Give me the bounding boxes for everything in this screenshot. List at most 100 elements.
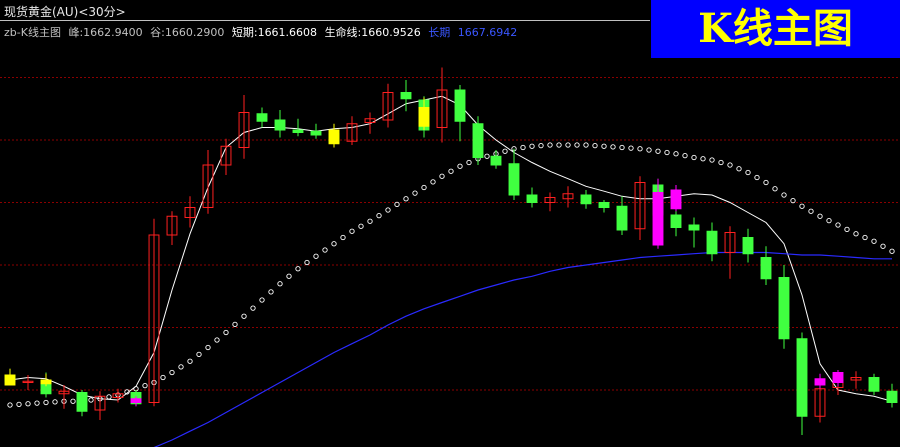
candle-body	[454, 89, 466, 122]
short-term-line	[9, 95, 893, 402]
candle-body	[490, 155, 502, 166]
lifeline-dot	[295, 266, 301, 272]
lifeline-dot	[592, 142, 598, 149]
highlight-candle-body	[814, 378, 826, 386]
lifeline-dot	[502, 148, 508, 154]
lifeline-dot	[601, 143, 607, 149]
lifeline-dot	[286, 273, 292, 279]
highlight-candle-body	[40, 379, 52, 385]
lifeline-dot	[439, 173, 445, 179]
candle-body	[868, 377, 880, 392]
lifeline-dot	[412, 190, 418, 196]
lifeline-dot	[268, 289, 274, 295]
candle-body	[706, 230, 718, 255]
lifeline-dot	[331, 241, 337, 247]
lifeline-dot	[457, 163, 463, 169]
lifeline-dot	[313, 253, 319, 259]
candle-body	[670, 214, 682, 228]
candle-body	[526, 194, 538, 203]
candle-body	[742, 237, 754, 255]
lifeline-dot	[340, 234, 346, 241]
lifeline-dot	[736, 166, 742, 172]
lifeline-dot	[574, 142, 580, 148]
candle-body	[292, 129, 304, 133]
lifeline-dot	[16, 401, 22, 408]
lifeline-dot	[367, 218, 373, 224]
candlestick-chart[interactable]	[0, 0, 900, 447]
lifeline-dot	[160, 374, 166, 381]
candle-body	[688, 224, 700, 231]
lifeline-dot	[727, 162, 733, 168]
candle-body	[256, 113, 268, 122]
candle-body	[778, 277, 790, 340]
lifeline-dot	[349, 228, 355, 234]
lifeline-dot	[106, 394, 112, 400]
lifeline-dot	[763, 179, 769, 186]
lifeline-dot	[223, 329, 229, 336]
lifeline-dot	[556, 142, 562, 148]
lifeline-dot	[772, 186, 778, 192]
lifeline-dot	[808, 208, 814, 214]
lifeline-dot	[610, 144, 616, 150]
lifeline-dot	[862, 234, 868, 241]
candle-body	[472, 123, 484, 158]
lifeline-dot	[826, 217, 832, 224]
highlight-candle-body	[328, 129, 340, 145]
lifeline-dot	[781, 192, 787, 198]
lifeline-dot	[430, 179, 436, 185]
lifeline-dot	[745, 169, 751, 176]
lifeline-dot	[682, 152, 688, 159]
lifeline-dot	[214, 337, 220, 343]
highlight-candle-body	[670, 189, 682, 210]
lifeline-dot	[583, 142, 589, 148]
lifeline-dot	[835, 222, 841, 228]
lifeline-dot	[232, 321, 238, 328]
lifeline-dot	[565, 142, 571, 148]
lifeline-dot	[205, 344, 211, 351]
lifeline-dot	[754, 174, 760, 181]
lifeline-dot	[52, 399, 58, 405]
lifeline-dot	[142, 382, 148, 389]
lifeline-dot	[628, 145, 634, 151]
chart-mode-badge[interactable]: K线主图	[651, 0, 900, 58]
lifeline-dot	[250, 305, 256, 311]
candle-body	[760, 257, 772, 280]
candle-body	[310, 130, 322, 136]
long-term-line	[153, 251, 892, 447]
lifeline-dot	[880, 243, 886, 249]
candle-body	[886, 390, 898, 403]
candle-body	[400, 92, 412, 100]
lifeline-dot	[529, 143, 535, 149]
lifeline-dot	[718, 159, 724, 166]
highlight-candle-body	[418, 107, 430, 127]
lifeline-dot	[34, 400, 40, 406]
lifeline-dot	[664, 149, 670, 156]
lifeline-dot	[43, 399, 49, 406]
lifeline-dot	[376, 212, 382, 219]
candle-body	[274, 119, 286, 131]
lifeline-dot	[169, 369, 175, 376]
lifeline-dot	[619, 144, 625, 151]
lifeline-dot	[709, 157, 715, 163]
lifeline-dot	[403, 196, 409, 202]
lifeline-dot	[889, 248, 895, 254]
lifeline-dot	[241, 313, 247, 319]
lifeline-dot	[646, 147, 652, 153]
lifeline-dot	[538, 142, 544, 149]
badge-label: K线主图	[698, 5, 853, 52]
highlight-candle-body	[4, 374, 16, 386]
lifeline-dot	[547, 142, 553, 148]
lifeline-dot	[817, 213, 823, 219]
lifeline-dot	[484, 153, 490, 159]
candle-body	[598, 202, 610, 208]
candle-body	[580, 194, 592, 205]
lifeline-dot	[448, 168, 454, 174]
candle-body	[508, 163, 520, 196]
highlight-candle-body	[832, 372, 844, 383]
lifeline-dot	[637, 146, 643, 152]
lifeline-dot	[70, 398, 76, 404]
highlight-candle-body	[652, 192, 664, 246]
lifeline-dot	[871, 238, 877, 244]
lifeline-dot	[358, 223, 364, 229]
highlight-candle-body	[130, 398, 142, 403]
